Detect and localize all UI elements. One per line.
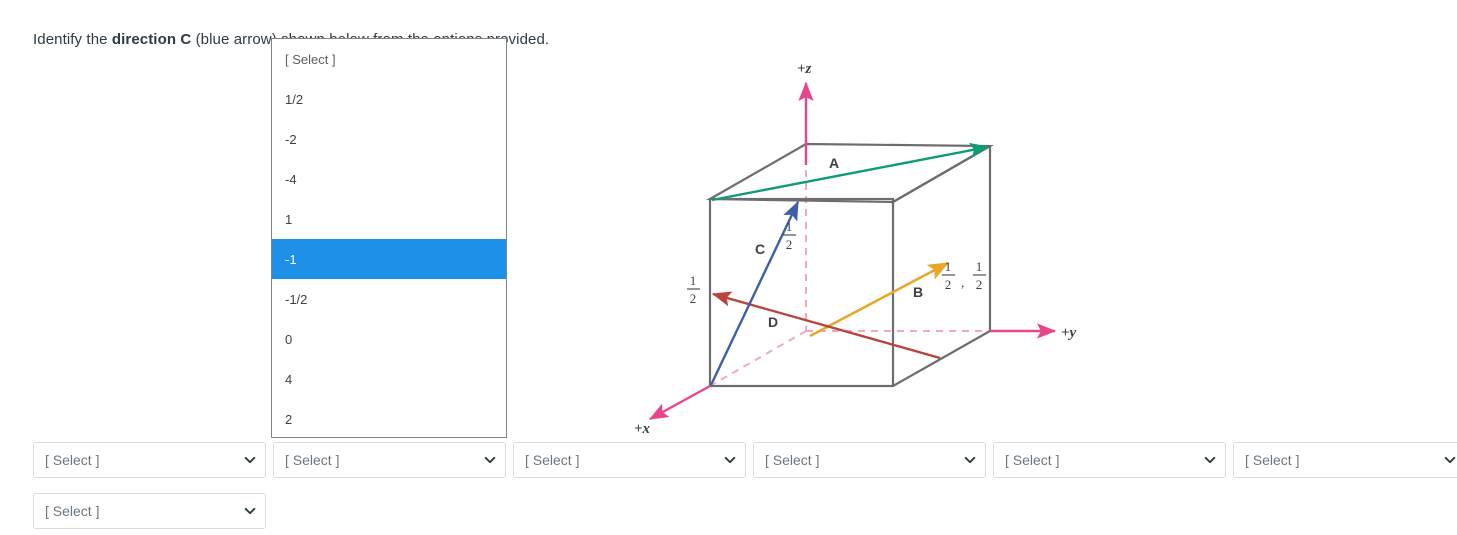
svg-text:1: 1 bbox=[945, 259, 952, 274]
select-value-label: [ Select ] bbox=[45, 452, 100, 468]
dropdown-option-4[interactable]: 1 bbox=[272, 199, 506, 239]
chevron-down-icon bbox=[243, 453, 257, 467]
axis-label-x: +x bbox=[634, 421, 651, 435]
select-dropdown-5[interactable]: [ Select ] bbox=[993, 442, 1226, 478]
vector-label-a: A bbox=[829, 155, 839, 171]
dropdown-option-6[interactable]: -1/2 bbox=[272, 279, 506, 319]
dropdown-option-9[interactable]: 2 bbox=[272, 399, 506, 437]
axis-label-y: +y bbox=[1061, 325, 1077, 341]
select-dropdown-3[interactable]: [ Select ] bbox=[513, 442, 746, 478]
vector-label-c: C bbox=[755, 241, 765, 257]
fraction-label-b: 1 2 , 1 2 bbox=[942, 259, 986, 292]
axis-label-z: +z bbox=[797, 61, 812, 77]
svg-text:2: 2 bbox=[976, 277, 983, 292]
dropdown-option-3[interactable]: -4 bbox=[272, 159, 506, 199]
x-axis-arrow bbox=[648, 384, 711, 421]
vector-label-d: D bbox=[768, 314, 778, 330]
cube-edge-bottom-right bbox=[892, 330, 991, 387]
select-value-label: [ Select ] bbox=[1005, 452, 1060, 468]
vector-d-arrow bbox=[711, 291, 941, 360]
select-value-label: [ Select ] bbox=[285, 452, 340, 468]
dropdown-option-5[interactable]: -1 bbox=[272, 239, 506, 279]
select-value-label: [ Select ] bbox=[45, 503, 100, 519]
svg-text:,: , bbox=[961, 275, 964, 290]
svg-text:2: 2 bbox=[786, 237, 793, 252]
select-value-label: [ Select ] bbox=[525, 452, 580, 468]
svg-text:2: 2 bbox=[945, 277, 952, 292]
select-dropdown-2[interactable]: [ Select ] bbox=[273, 442, 506, 478]
svg-text:2: 2 bbox=[690, 291, 697, 306]
select-dropdown-6[interactable]: [ Select ] bbox=[1233, 442, 1457, 478]
dropdown-options-list[interactable]: [ Select ] 1/2 -2 -4 1 -1 -1/2 0 4 2 bbox=[271, 38, 507, 438]
chevron-down-icon bbox=[1443, 453, 1457, 467]
dropdown-option-8[interactable]: 4 bbox=[272, 359, 506, 399]
chevron-down-icon bbox=[723, 453, 737, 467]
dropdown-option-0[interactable]: [ Select ] bbox=[272, 39, 506, 79]
chevron-down-icon bbox=[1203, 453, 1217, 467]
vector-label-b: B bbox=[913, 284, 923, 300]
select-value-label: [ Select ] bbox=[1245, 452, 1300, 468]
select-value-label: [ Select ] bbox=[765, 452, 820, 468]
fraction-label-c: 1 2 bbox=[783, 219, 796, 252]
fraction-label-d: 1 2 bbox=[687, 273, 700, 306]
chevron-down-icon bbox=[963, 453, 977, 467]
select-dropdown-4[interactable]: [ Select ] bbox=[753, 442, 986, 478]
svg-text:1: 1 bbox=[786, 219, 793, 234]
chevron-down-icon bbox=[483, 453, 497, 467]
dropdown-option-2[interactable]: -2 bbox=[272, 119, 506, 159]
cube-front-face bbox=[708, 197, 895, 388]
select-dropdown-1[interactable]: [ Select ] bbox=[33, 442, 266, 478]
select-dropdown-7[interactable]: [ Select ] bbox=[33, 493, 266, 529]
vector-b-arrow bbox=[809, 261, 950, 338]
svg-text:1: 1 bbox=[690, 273, 697, 288]
cube-edge-top-right bbox=[892, 145, 991, 203]
vector-cube-figure: +z +y +x A B C D 1 2 1 2 1 2 , 1 2 bbox=[600, 55, 1100, 435]
chevron-down-icon bbox=[243, 504, 257, 518]
prompt-text-before: Identify the bbox=[33, 31, 112, 48]
dropdown-option-1[interactable]: 1/2 bbox=[272, 79, 506, 119]
dropdown-option-7[interactable]: 0 bbox=[272, 319, 506, 359]
prompt-text-bold: direction C bbox=[111, 31, 192, 48]
svg-text:1: 1 bbox=[976, 259, 983, 274]
